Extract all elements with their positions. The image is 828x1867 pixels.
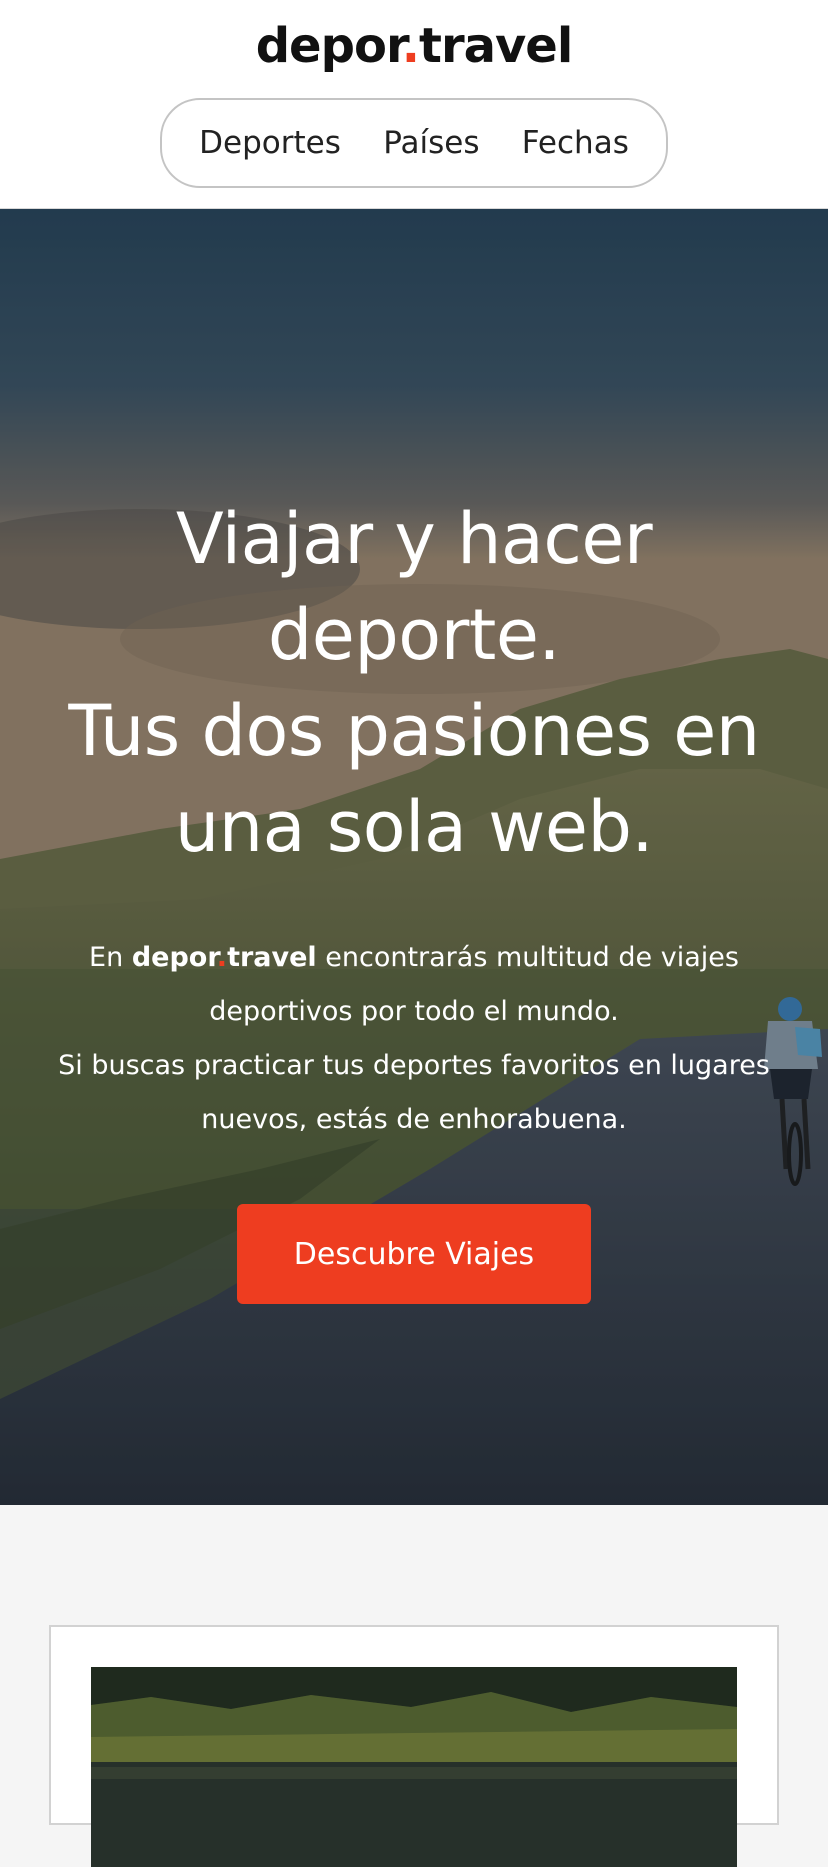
site-header: depor.travel Deportes Países Fechas: [0, 0, 828, 209]
site-logo[interactable]: depor.travel: [0, 18, 828, 74]
logo-part1: depor: [255, 18, 403, 74]
hero-title-line-1: Viajar y hacer: [175, 498, 653, 580]
hero-brand-dot: .: [216, 942, 228, 973]
trip-card-photo: [91, 1667, 737, 1867]
hero-description: En depor.travel encontrarás multitud de …: [40, 931, 788, 1147]
hero-title-line-3: Tus dos pasiones en: [68, 690, 760, 772]
discover-trips-button[interactable]: Descubre Viajes: [237, 1204, 591, 1304]
nav-item-fechas[interactable]: Fechas: [522, 125, 629, 161]
nav-item-deportes[interactable]: Deportes: [199, 125, 341, 161]
nav-item-paises[interactable]: Países: [383, 125, 479, 161]
hero-title-line-2: deporte.: [267, 594, 561, 676]
hero-title: Viajar y hacer deporte. Tus dos pasiones…: [0, 491, 828, 875]
hero-brand-part2: travel: [227, 942, 317, 973]
hero-brand-name: depor.travel: [132, 942, 317, 973]
hero-brand-part1: depor: [131, 942, 217, 973]
main-nav: Deportes Países Fechas: [160, 98, 668, 188]
hero-text-prefix: En: [89, 942, 132, 973]
hero-text-second: Si buscas practicar tus deportes favorit…: [58, 1050, 770, 1135]
hero-section: Viajar y hacer deporte. Tus dos pasiones…: [0, 209, 828, 1505]
hero-title-line-4: una sola web.: [174, 786, 654, 868]
logo-dot: .: [401, 18, 420, 74]
trip-card[interactable]: [49, 1625, 779, 1867]
logo-part2: travel: [419, 18, 573, 74]
trip-card-image: [91, 1667, 737, 1867]
